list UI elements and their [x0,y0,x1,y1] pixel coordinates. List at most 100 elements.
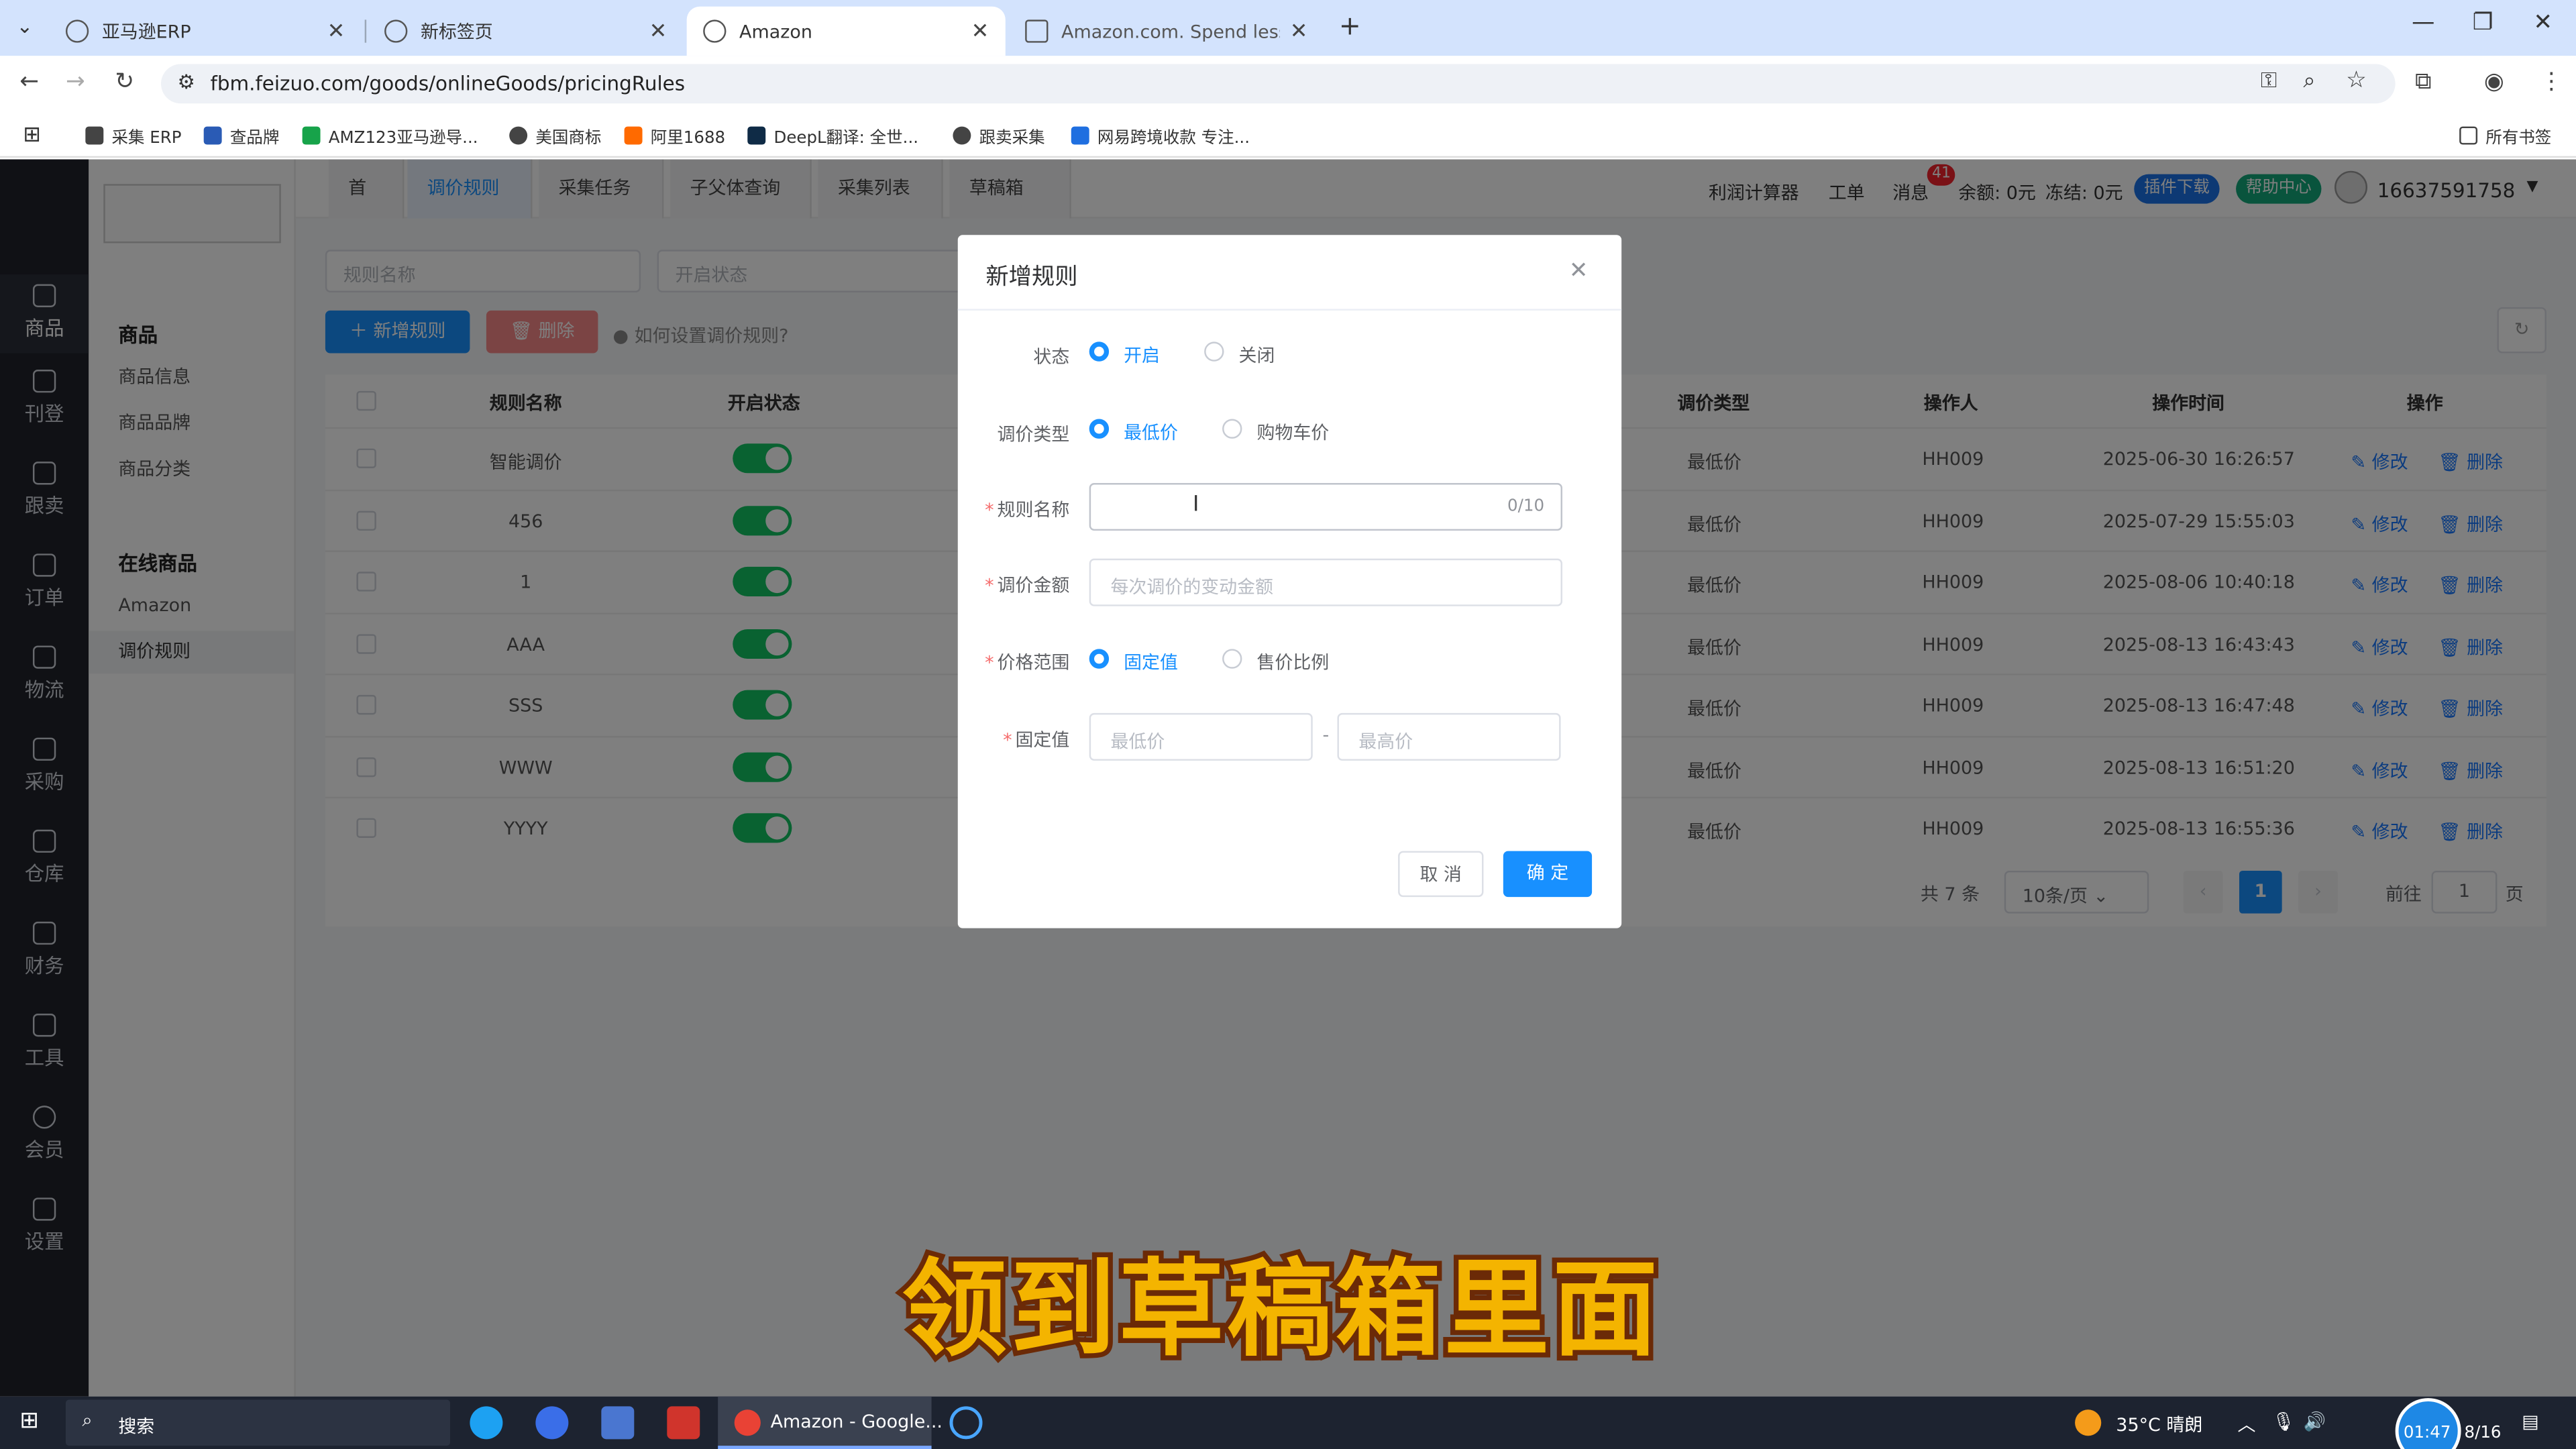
bookmark-amz123[interactable]: AMZ123亚马逊导... [302,123,478,148]
profile-icon[interactable]: ◉ [2484,69,2504,95]
bookmark-chapinpai[interactable]: 查品牌 [203,123,279,148]
extensions-icon[interactable]: ⧉ [2415,69,2431,95]
menu-kebab-icon[interactable]: ⋮ [2540,69,2563,95]
bookmark-caiji-erp[interactable]: 采集 ERP [85,123,182,148]
name-counter: 0/10 [1507,498,1545,516]
apps-grid-icon[interactable]: ⊞ [23,123,41,148]
omnibox[interactable]: ⚙ fbm.feizuo.com/goods/onlineGoods/prici… [161,64,2396,104]
min-price-input[interactable]: 最低价 [1089,712,1313,761]
minimize-icon[interactable]: — [2412,10,2434,36]
new-tab-button[interactable]: + [1339,10,1361,42]
weather-text: 35°C 晴朗 [2116,1414,2203,1436]
dialog-close-icon[interactable]: ✕ [1569,258,1589,284]
back-icon[interactable]: ← [19,69,39,95]
restore-icon[interactable]: ❐ [2473,10,2493,36]
confirm-button[interactable]: 确 定 [1503,851,1593,898]
cancel-button[interactable]: 取 消 [1398,851,1484,898]
wps-icon[interactable] [667,1406,700,1440]
range-fixed-radio[interactable] [1089,649,1110,669]
lens-icon[interactable] [949,1406,983,1440]
type-cart-radio[interactable] [1222,419,1242,439]
bookmarks-bar: ⊞ 采集 ERP 查品牌 AMZ123亚马逊导... 美国商标 阿里1688 D… [0,111,2576,158]
name-label: * 规则名称 [985,499,1070,521]
all-bookmarks[interactable]: 所有书签 [2459,123,2551,148]
close-tab-icon[interactable]: ✕ [1290,19,1308,44]
close-tab-icon[interactable]: ✕ [649,19,667,44]
bookmark-deepl[interactable]: DeepL翻译: 全世... [747,123,918,148]
amazon-favicon-icon [703,19,727,43]
taskbar-chrome-app[interactable]: Amazon - Google... [718,1396,943,1449]
bookmark-favicon-icon [953,126,971,145]
clock-date: 8/16 [2464,1424,2502,1443]
range-ratio-radio[interactable] [1222,649,1242,669]
clock-time: 01:47 [2403,1424,2451,1443]
close-tab-icon[interactable]: ✕ [971,19,989,44]
folder-icon [2459,126,2478,145]
windows-start-icon[interactable]: ⊞ [19,1408,39,1434]
bookmark-favicon-icon [1071,126,1089,145]
rule-name-input[interactable]: I 0/10 [1089,483,1562,531]
taskbar-search-box[interactable]: ⌕ 搜索 [65,1399,451,1446]
browser-tab-erp[interactable]: 亚马逊ERP ✕ [49,7,361,56]
status-on-label[interactable]: 开启 [1124,341,1160,368]
bookmark-favicon-icon [203,126,222,145]
status-off-radio[interactable] [1204,341,1224,362]
bookmark-favicon-icon [747,126,766,145]
address-bar-row: ← → ↻ ⚙ fbm.feizuo.com/goods/onlineGoods… [0,56,2576,112]
max-price-input[interactable]: 最高价 [1337,712,1561,761]
caption-text: 领到草稿箱里面 [902,1248,1661,1371]
password-key-icon[interactable]: ⚿ [2261,69,2277,94]
range-fixed-label[interactable]: 固定值 [1124,649,1178,675]
range-dash: - [1322,724,1330,746]
mic-icon[interactable]: 🎙 [2272,1411,2295,1433]
erp-favicon-icon [65,19,89,43]
add-rule-dialog: 新增规则 ✕ 状态 开启 关闭 调价类型 最低价 购物车价 * 规则名称 I 0/… [957,235,1622,928]
browser-tab-newtab[interactable]: 新标签页 ✕ [368,7,684,56]
bookmark-us-trademark[interactable]: 美国商标 [509,123,601,148]
site-info-icon[interactable]: ⚙ [177,70,195,93]
search-icon: ⌕ [82,1409,93,1432]
volume-icon[interactable]: 🔊 [2303,1411,2326,1433]
weather-icon [2075,1409,2102,1436]
browser-tab-strip: ⌄ 亚马逊ERP ✕ 新标签页 ✕ Amazon ✕ Amazon.com. Spen… [0,0,2576,56]
amount-label: * 调价金额 [985,575,1070,596]
url-text: fbm.feizuo.com/goods/onlineGoods/pricing… [210,72,686,96]
fixed-label: * 固定值 [1003,729,1070,751]
notification-icon[interactable]: ▤ [2522,1411,2538,1433]
type-cart-label[interactable]: 购物车价 [1256,419,1329,445]
bookmark-favicon-icon [624,126,643,145]
browser-tab-amazon-com[interactable]: Amazon.com. Spend less. Sm✕ [1009,7,1324,56]
amount-input[interactable]: 每次调价的变动金额 [1089,558,1562,606]
bookmark-star-icon[interactable]: ☆ [2346,67,2367,93]
forward-icon[interactable]: → [66,69,85,95]
video-caption: 领到草稿箱里面 [854,1208,1708,1391]
close-window-icon[interactable]: ✕ [2533,10,2553,36]
browser-icon[interactable] [535,1406,569,1440]
edge-icon[interactable] [470,1406,503,1440]
app-icon[interactable] [601,1406,635,1440]
status-on-radio[interactable] [1089,341,1110,362]
caption-text-graphic: 领到草稿箱里面 [897,1243,1662,1375]
status-label: 状态 [1033,346,1070,368]
status-off-label[interactable]: 关闭 [1239,341,1275,368]
amazon-a-favicon-icon [1025,19,1049,43]
type-lowest-label[interactable]: 最低价 [1124,419,1178,445]
type-label: 调价类型 [997,423,1070,445]
range-label: * 价格范围 [985,652,1070,674]
bookmark-1688[interactable]: 阿里1688 [624,123,725,148]
tab-list-chevron-icon[interactable]: ⌄ [16,15,33,38]
dialog-title: 新增规则 [985,264,1078,291]
close-tab-icon[interactable]: ✕ [327,19,345,44]
chrome-icon [734,1409,761,1436]
zoom-icon[interactable]: ⌕ [2303,69,2315,94]
type-lowest-radio[interactable] [1089,419,1110,439]
newtab-favicon-icon [384,19,408,43]
bookmark-gengmai[interactable]: 跟卖采集 [953,123,1045,148]
bookmark-netease[interactable]: 网易跨境收款 专注... [1071,123,1250,148]
browser-tab-amazon[interactable]: Amazon ✕ [686,6,1006,56]
bookmark-favicon-icon [509,126,528,145]
tray-chevron-icon[interactable]: ︿ [2238,1411,2256,1438]
reload-icon[interactable]: ↻ [115,69,134,95]
taskbar-app-label: Amazon - Google... [770,1411,943,1433]
range-ratio-label[interactable]: 售价比例 [1256,649,1329,675]
